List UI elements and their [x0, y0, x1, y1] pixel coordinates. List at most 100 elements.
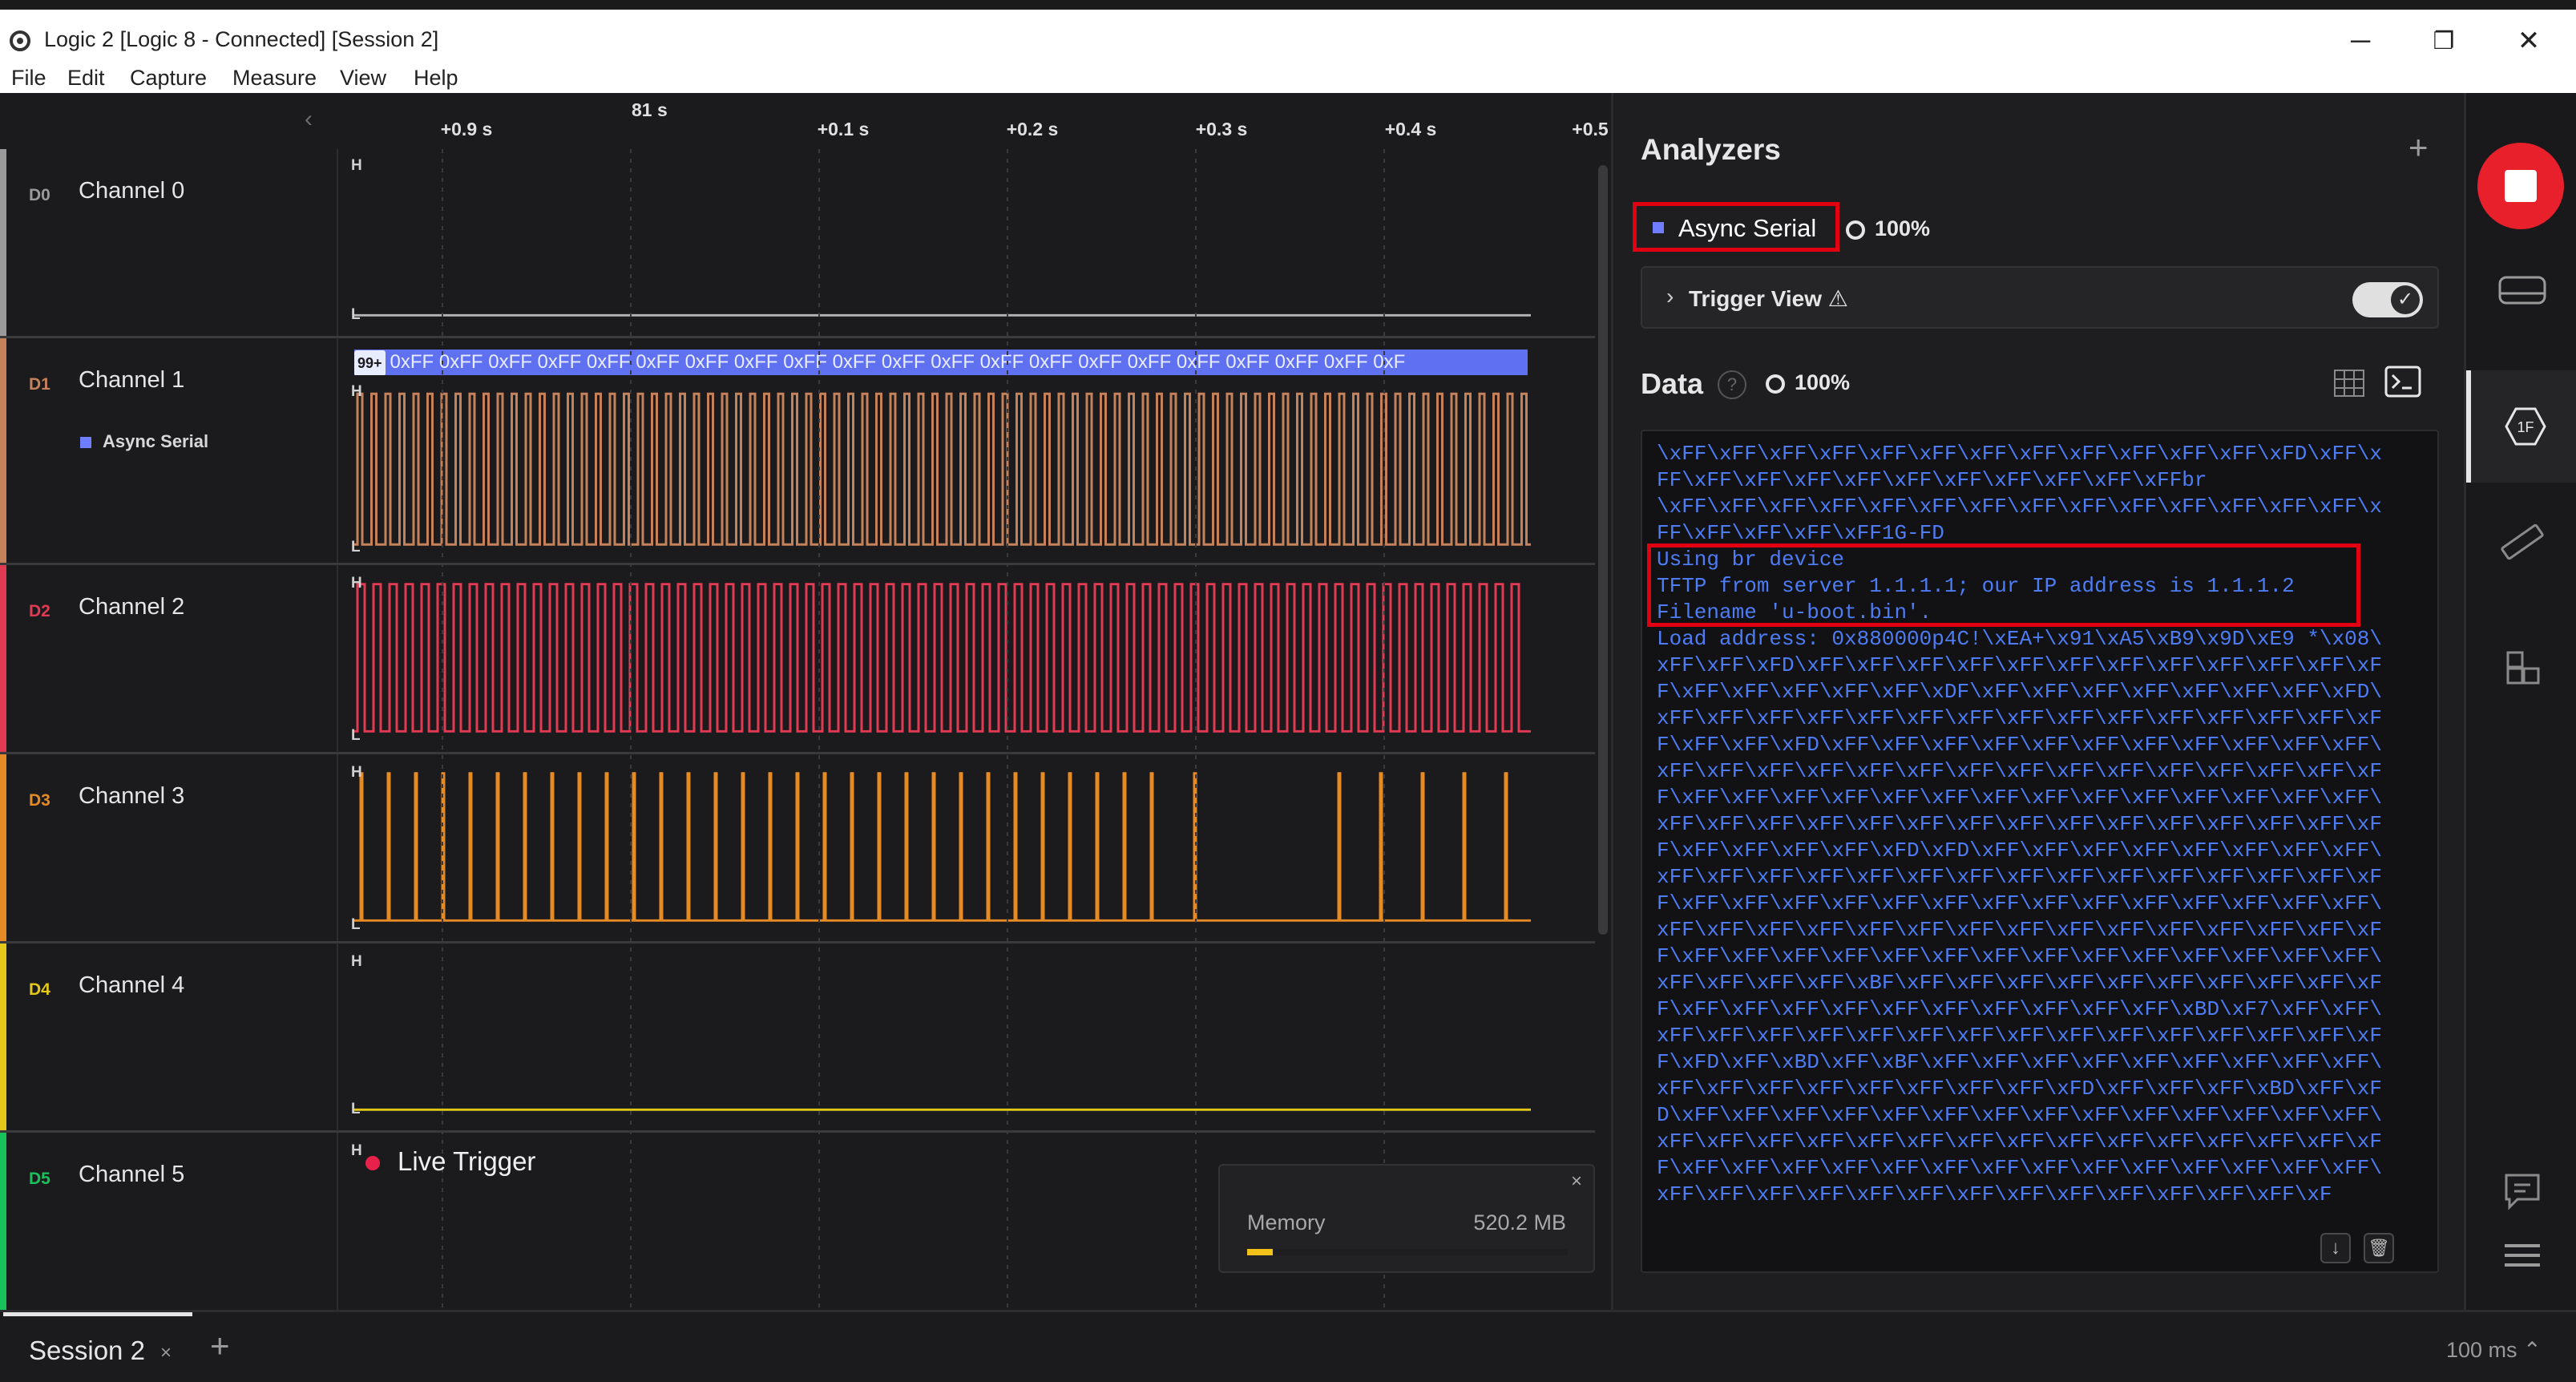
tick-label: +0.3 s [1195, 119, 1248, 139]
channel-tag: D5 [29, 1170, 50, 1188]
live-trigger-label: Live Trigger [398, 1146, 536, 1176]
progress-ring-icon [1766, 374, 1785, 394]
trigger-view-row[interactable]: › Trigger View ⚠ ✓ [1641, 266, 2439, 329]
channel-tag: D2 [29, 602, 50, 620]
extensions-icon[interactable] [2490, 646, 2554, 694]
menu-file[interactable]: File [11, 66, 46, 91]
channel-name[interactable]: Channel 5 [79, 1162, 184, 1188]
high-level-marker: H [351, 383, 362, 400]
memory-value: 520.2 MB [1473, 1210, 1566, 1235]
memory-usage-bar [1247, 1249, 1568, 1255]
menu-view[interactable]: View [340, 66, 386, 91]
tick-label: +0.4 s [1384, 119, 1437, 139]
lane-separator [337, 1133, 338, 1322]
analyzer-item-async-serial[interactable]: Async Serial [1633, 202, 1839, 252]
terminal-line: xFF\xFF\xFF\xFF\xBF\xFF\xFF\xFF\xFF\xFF\… [1657, 971, 2382, 995]
close-window-button[interactable]: ✕ [2493, 21, 2565, 61]
channel-lane-0[interactable]: D0 Channel 0 H L [0, 149, 1595, 338]
channel-lane-4[interactable]: D4 Channel 4 H L [0, 944, 1595, 1133]
terminal-line: F\xFF\xFF\xFF\xFF\xFD\xFD\xFF\xFF\xFF\xF… [1657, 838, 2382, 863]
data-progress-value: 100% [1795, 370, 1851, 394]
terminal-line: xFF\xFF\xFF\xFF\xFF\xFF\xFF\xFF\xFF\xFF\… [1657, 759, 2382, 783]
sidebar-item-analyzers[interactable]: 1F [2466, 370, 2576, 483]
menu-measure[interactable]: Measure [232, 66, 317, 91]
terminal-line: F\xFF\xFF\xFF\xFF\xFF\xFF\xFF\xFF\xFF\xF… [1657, 786, 2382, 810]
bottom-bar: Session 2 × + 100 ms ⌃ [0, 1310, 2576, 1382]
terminal-line: xFF\xFF\xFF\xFF\xFF\xFF\xFF\xFF\xFD\xFF\… [1657, 1077, 2382, 1101]
channel-color-strip [0, 944, 6, 1130]
channel-lane-1[interactable]: D1 Channel 1 Async Serial 99+ 0xFF 0xFF 0… [0, 338, 1595, 565]
channel-analyzer-label: Async Serial [103, 431, 209, 451]
right-sidebar: 1F [2464, 93, 2576, 1310]
channel-lane-2[interactable]: D2 Channel 2 H L [0, 565, 1595, 754]
scroll-down-icon[interactable]: ↓ [2320, 1233, 2351, 1263]
vertical-scrollbar[interactable] [1595, 157, 1611, 1279]
time-ruler[interactable]: ‹ 81 s +0.9 s +0.1 s +0.2 s +0.3 s +0.4 … [0, 93, 1611, 149]
terminal-highlight-box [1647, 544, 2360, 627]
session-tab-label: Session 2 [29, 1336, 145, 1365]
chevron-left-icon[interactable]: ‹ [305, 106, 313, 133]
terminal-line: FF\xFF\xFF\xFF\xFF\xFF\xFF\xFF\xFF\xFF\x… [1657, 468, 2207, 492]
ruler-anchor-time: 81 s [632, 99, 668, 120]
menu-edit[interactable]: Edit [67, 66, 105, 91]
hamburger-menu-icon[interactable] [2490, 1231, 2554, 1279]
decode-bubbles-text: 0xFF 0xFF 0xFF 0xFF 0xFF 0xFF 0xFF 0xFF … [390, 351, 1406, 373]
channel-name[interactable]: Channel 1 [79, 367, 184, 394]
menu-bar: File Edit Capture Measure View Help [0, 64, 2576, 93]
check-icon: ✓ [2391, 285, 2420, 314]
terminal-line: xFF\xFF\xFF\xFF\xFF\xFF\xFF\xFF\xFF\xFF\… [1657, 1182, 2332, 1206]
terminal-view-icon[interactable] [2384, 366, 2421, 398]
terminal-line: xFF\xFF\xFF\xFF\xFF\xFF\xFF\xFF\xFF\xFF\… [1657, 706, 2382, 730]
channel-tag: D3 [29, 791, 50, 810]
stop-capture-button[interactable] [2477, 143, 2564, 229]
low-level-marker: L [351, 306, 361, 323]
channel-name[interactable]: Channel 3 [79, 783, 184, 810]
menu-help[interactable]: Help [414, 66, 458, 91]
tab-session-2[interactable]: Session 2 × [3, 1312, 192, 1382]
high-level-marker: H [351, 953, 362, 970]
channel-analyzer-chip[interactable]: Async Serial [80, 431, 208, 452]
table-view-icon[interactable] [2333, 369, 2365, 398]
decode-count-badge: 99+ [354, 350, 386, 375]
high-level-marker: H [351, 764, 362, 781]
device-icon[interactable] [2490, 266, 2554, 314]
measure-ruler-icon[interactable] [2490, 518, 2554, 566]
close-tab-icon[interactable]: × [160, 1342, 172, 1364]
channel-color-strip [0, 565, 6, 752]
channel-color-strip [0, 338, 6, 563]
menu-capture[interactable]: Capture [130, 66, 207, 91]
waveform-trace [354, 583, 1531, 733]
terminal-line: F\xFD\xFF\xBD\xFF\xBF\xFF\xFF\xFF\xFF\xF… [1657, 1050, 2382, 1074]
feedback-chat-icon[interactable] [2490, 1167, 2554, 1215]
high-level-marker: H [351, 1142, 362, 1159]
timescale-selector[interactable]: 100 ms ⌃ [2446, 1338, 2542, 1363]
high-level-marker: H [351, 575, 362, 592]
low-level-marker: L [351, 539, 361, 556]
channel-lane-3[interactable]: D3 Channel 3 H L [0, 754, 1595, 944]
restore-button[interactable]: ❐ [2408, 21, 2480, 61]
memory-close-button[interactable]: × [1571, 1170, 1582, 1193]
tick-label: +0.9 s [440, 119, 493, 139]
minimize-button[interactable]: ─ [2324, 21, 2396, 61]
add-analyzer-button[interactable]: + [2408, 128, 2429, 167]
data-title: Data [1641, 367, 1704, 400]
memory-label: Memory [1247, 1210, 1326, 1235]
trigger-view-label: Trigger View ⚠ [1689, 286, 1848, 311]
decode-bubble-row[interactable]: 99+ 0xFF 0xFF 0xFF 0xFF 0xFF 0xFF 0xFF 0x… [354, 350, 1528, 375]
channel-name[interactable]: Channel 4 [79, 972, 184, 999]
chevron-right-icon[interactable]: › [1666, 284, 1674, 309]
data-progress: 100% [1766, 370, 1850, 395]
scrollbar-thumb[interactable] [1598, 165, 1608, 935]
analyzers-title: Analyzers [1641, 133, 1781, 166]
terminal-line: F\xFF\xFF\xFF\xFF\xFF\xFF\xFF\xFF\xFF\xF… [1657, 891, 2382, 915]
live-trigger-indicator[interactable]: Live Trigger [365, 1146, 535, 1177]
terminal-line: D\xFF\xFF\xFF\xFF\xFF\xFF\xFF\xFF\xFF\xF… [1657, 1103, 2382, 1127]
help-icon[interactable]: ? [1718, 370, 1746, 399]
channel-name[interactable]: Channel 2 [79, 594, 184, 620]
trigger-view-toggle[interactable]: ✓ [2352, 282, 2423, 317]
trash-icon[interactable]: 🗑 [2364, 1233, 2394, 1263]
channel-name[interactable]: Channel 0 [79, 178, 184, 204]
terminal-output[interactable]: \xFF\xFF\xFF\xFF\xFF\xFF\xFF\xFF\xFF\xFF… [1641, 430, 2439, 1273]
channel-tag: D4 [29, 980, 50, 999]
add-session-button[interactable]: + [210, 1327, 230, 1365]
